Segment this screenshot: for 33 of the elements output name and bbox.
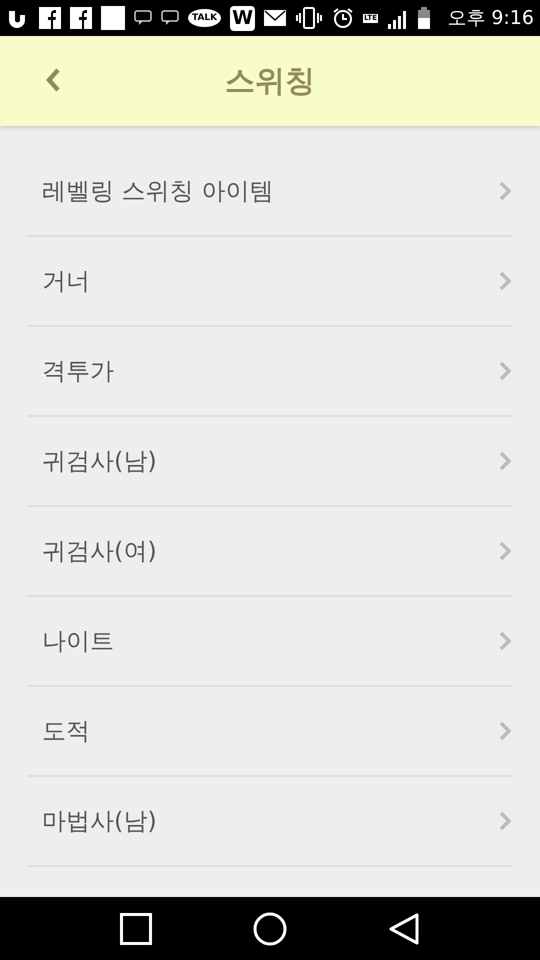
chevron-right-icon [499,451,511,471]
chevron-right-icon [499,811,511,831]
list-item[interactable]: 나이트 [27,597,513,687]
chat-icon [161,9,179,27]
back-chevron-icon [44,67,62,93]
w-app-icon: W [230,6,256,30]
status-time: 오후 9:16 [447,6,534,31]
list-item[interactable]: 도적 [27,687,513,777]
chat-icon [134,9,152,27]
square-icon[interactable] [120,912,152,944]
mail-icon [264,9,286,27]
vibrate-icon [295,7,324,29]
list-item[interactable]: 마법사(남) [27,777,513,867]
talk-icon: TALK [188,9,222,27]
list-item[interactable]: 레벨링 스위칭 아이템 [27,147,513,237]
circle-icon[interactable] [252,912,287,946]
facebook-icon [70,7,92,29]
alarm-clock-icon [332,7,354,29]
chevron-right-icon [499,721,511,741]
header-title: 스위칭 [225,62,315,100]
chevron-right-icon [499,271,511,291]
battery-icon [418,7,430,29]
back-triangle-icon[interactable] [388,912,420,944]
chevron-right-icon [499,631,511,651]
list-item[interactable]: 귀검사(남) [27,417,513,507]
list-item[interactable]: 격투가 [27,327,513,417]
list-item[interactable]: 거너 [27,237,513,327]
note-icon [101,6,125,30]
chevron-right-icon [499,181,511,201]
chevron-right-icon [499,361,511,381]
list-item[interactable]: 귀검사(여) [27,507,513,597]
facebook-icon [39,7,61,29]
chevron-right-icon [499,541,511,561]
